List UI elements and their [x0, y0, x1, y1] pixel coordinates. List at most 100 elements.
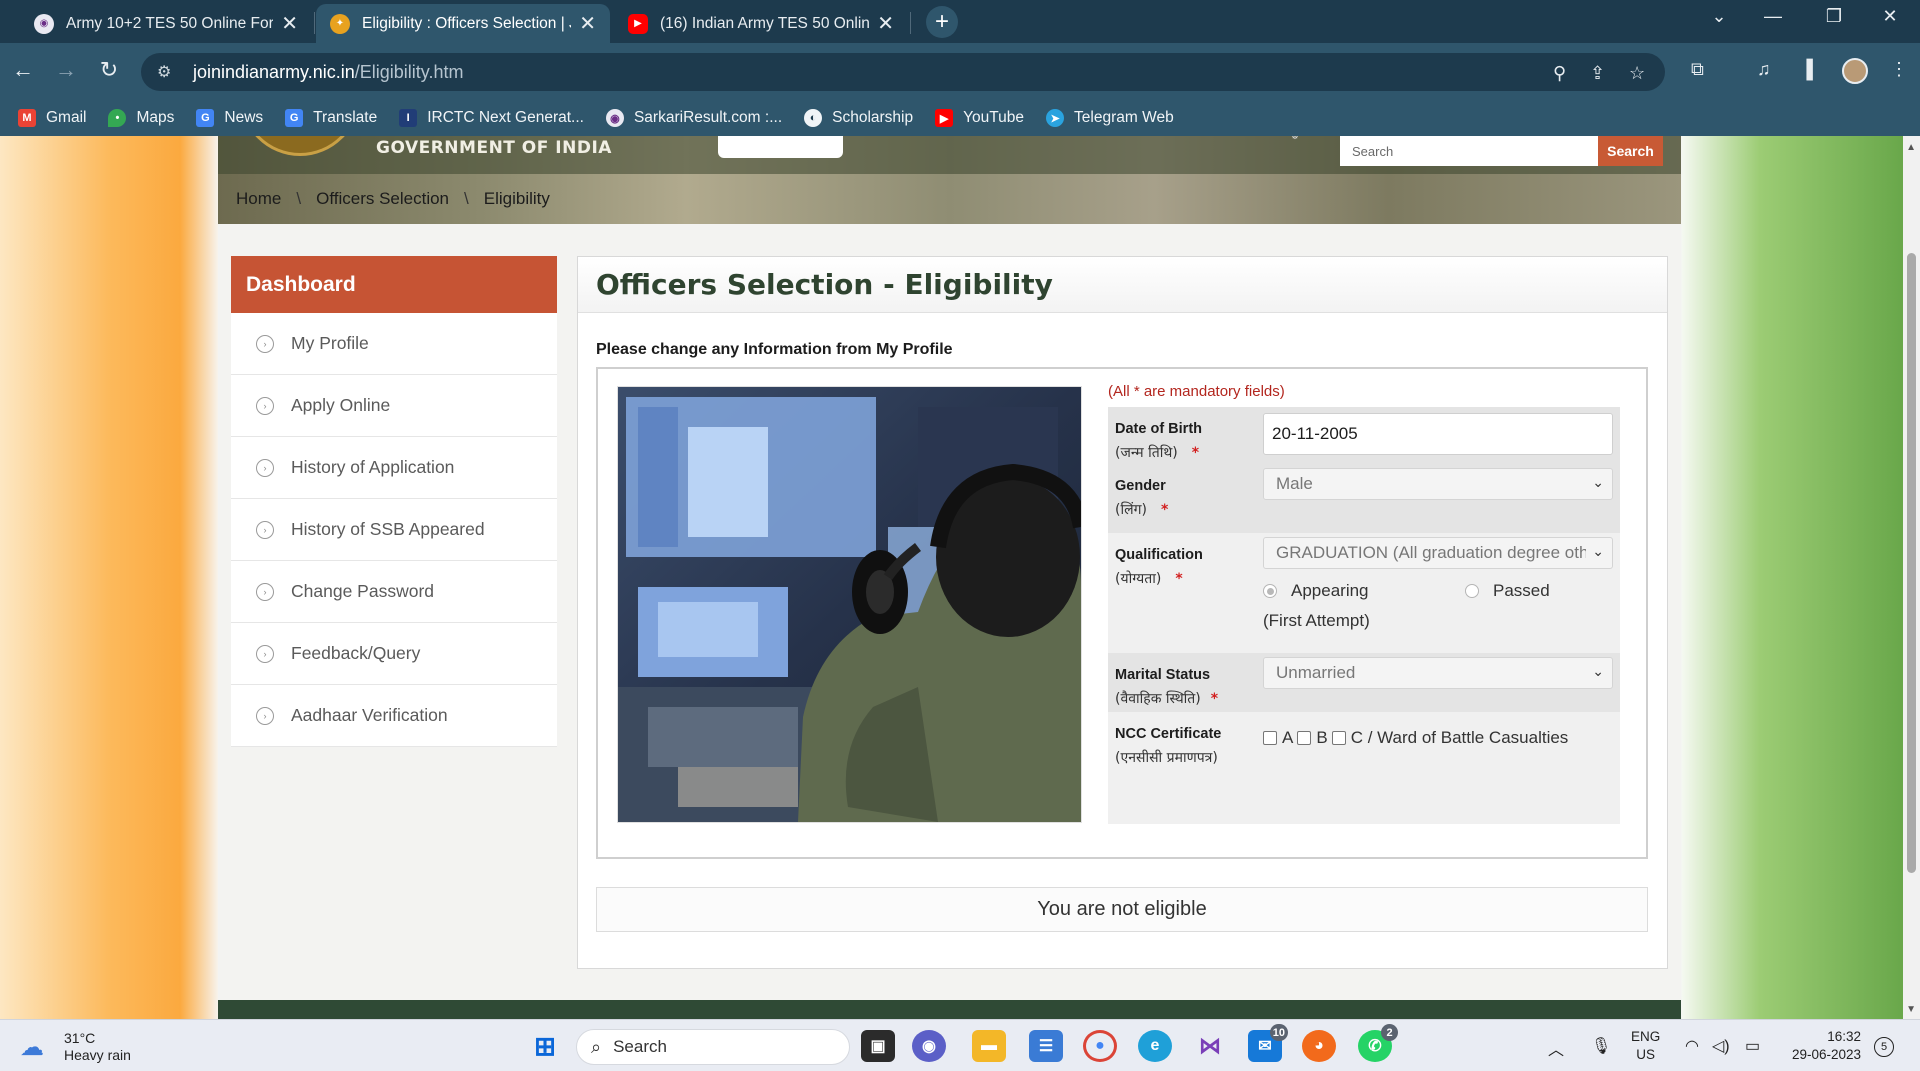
tab-separator [314, 12, 315, 34]
share-icon[interactable]: ⇪ [1590, 63, 1605, 84]
microphone-icon[interactable]: 🎙 [1591, 1036, 1611, 1056]
extensions-icon[interactable]: ⧉ [1691, 59, 1704, 80]
media-controls-icon[interactable]: ♫ [1757, 59, 1771, 80]
bookmark-star-icon[interactable]: ☆ [1629, 63, 1645, 84]
bookmark-sarkari[interactable]: ◉ SarkariResult.com :... [605, 109, 782, 127]
sidebar-item-apply-online[interactable]: › Apply Online [231, 375, 557, 437]
passed-radio[interactable]: Passed [1465, 581, 1550, 601]
location-pin-icon[interactable]: ⚲ [1553, 63, 1566, 84]
notepad-icon[interactable]: ☰ [1029, 1030, 1063, 1062]
page-scrollbar[interactable]: ▲ ▼ [1903, 136, 1920, 1019]
file-explorer-icon[interactable]: ▬ [972, 1030, 1006, 1062]
scroll-down-arrow-icon[interactable]: ▼ [1906, 1004, 1916, 1015]
qualification-label: Qualification [1115, 547, 1203, 563]
first-attempt-text: (First Attempt) [1263, 611, 1370, 630]
site-info-icon[interactable]: ⚙ [157, 62, 179, 82]
taskbar-search[interactable]: ⌕ Search [576, 1029, 850, 1065]
window-close-icon[interactable]: ✕ [1870, 6, 1910, 27]
sidebar-item-aadhaar[interactable]: › Aadhaar Verification [231, 685, 557, 747]
tab-title: (16) Indian Army TES 50 Online Form [660, 14, 870, 32]
sidebar-item-history-ssb[interactable]: › History of SSB Appeared [231, 499, 557, 561]
appearing-radio[interactable]: Appearing [1263, 581, 1369, 601]
profile-avatar[interactable] [1842, 58, 1868, 84]
radio-empty-icon [1465, 584, 1479, 598]
mail-icon[interactable]: ✉ 10 [1248, 1024, 1288, 1062]
chrome-icon[interactable]: ● [1083, 1030, 1117, 1062]
bookmark-news[interactable]: G News [196, 109, 263, 127]
breadcrumb-home[interactable]: Home [236, 189, 281, 209]
battery-icon[interactable]: ▭ [1745, 1036, 1760, 1056]
chevron-circle-icon: › [256, 396, 274, 415]
qualification-select[interactable]: GRADUATION (All graduation degree other … [1263, 537, 1613, 569]
tab-army-online-form[interactable]: ◉ Army 10+2 TES 50 Online Form ✕ [20, 4, 312, 43]
close-icon[interactable]: ✕ [877, 11, 894, 36]
sidebar-item-history-application[interactable]: › History of Application [231, 437, 557, 499]
tab-search-chevron-icon[interactable]: ⌄ [1699, 6, 1739, 27]
chevron-circle-icon: › [256, 644, 274, 663]
url-host: joinindianarmy.nic.in [193, 61, 355, 82]
address-bar[interactable]: ⚙ joinindianarmy.nic.in/Eligibility.htm [141, 53, 1665, 91]
volume-icon[interactable]: ◁) [1712, 1036, 1730, 1056]
dob-input[interactable]: 20-11-2005 [1263, 413, 1613, 455]
sidebar-item-my-profile[interactable]: › My Profile [231, 313, 557, 375]
sidebar-item-label: History of SSB Appeared [291, 519, 485, 539]
side-panel-icon[interactable]: ▐ [1800, 59, 1813, 80]
bookmark-irctc[interactable]: I IRCTC Next Generat... [399, 109, 584, 127]
ncc-a-checkbox[interactable] [1263, 731, 1277, 745]
language-indicator[interactable]: ENG US [1631, 1028, 1660, 1064]
bookmark-gmail[interactable]: M Gmail [18, 109, 86, 127]
ncc-b-checkbox[interactable] [1297, 731, 1312, 745]
whatsapp-icon[interactable]: ✆ 2 [1358, 1024, 1398, 1062]
sidebar-item-change-password[interactable]: › Change Password [231, 561, 557, 623]
wifi-icon[interactable]: ◠ [1685, 1036, 1699, 1056]
marital-select[interactable]: Unmarried ⌄ [1263, 657, 1613, 689]
close-icon[interactable]: ✕ [579, 11, 596, 36]
bookmark-label: Translate [313, 109, 378, 126]
back-arrow-icon[interactable]: ← [8, 57, 38, 83]
bookmark-maps[interactable]: • Maps [108, 109, 174, 127]
dob-label: Date of Birth [1115, 421, 1202, 437]
tab-youtube[interactable]: ▶ (16) Indian Army TES 50 Online Form ✕ [614, 4, 908, 43]
whatsapp-badge: 2 [1381, 1024, 1398, 1041]
weather-temp: 31°C [64, 1030, 96, 1046]
restore-icon[interactable]: ❐ [1814, 6, 1854, 27]
marital-row: Marital Status (वैवाहिक स्थिति) * Unmarri… [1108, 653, 1620, 712]
edge-icon[interactable]: e [1138, 1030, 1172, 1062]
bookmark-youtube[interactable]: ▶ YouTube [935, 109, 1024, 127]
bookmark-label: Gmail [46, 109, 87, 126]
scrollbar-thumb[interactable] [1907, 253, 1916, 873]
forward-arrow-icon[interactable]: → [51, 57, 81, 83]
windows-start-icon[interactable]: ⊞ [528, 1030, 562, 1062]
weather-widget[interactable]: ☁ 31°C Heavy rain [20, 1030, 131, 1064]
system-clock[interactable]: 16:32 29-06-2023 [1781, 1028, 1861, 1064]
visual-studio-icon[interactable]: ⋈ [1193, 1030, 1227, 1062]
header-search-button[interactable]: Search [1598, 136, 1663, 166]
header-search-input[interactable]: Search [1340, 136, 1598, 166]
menu-kebab-icon[interactable]: ⋮ [1890, 59, 1908, 80]
browser-toolbar: ← → ↻ ⚙ joinindianarmy.nic.in/Eligibilit… [0, 43, 1920, 100]
tab-eligibility[interactable]: ✦ Eligibility : Officers Selection | Joi… [316, 4, 610, 43]
gender-select[interactable]: Male ⌄ [1263, 468, 1613, 500]
task-view-icon[interactable]: ▣ [861, 1030, 895, 1062]
sidebar-item-feedback[interactable]: › Feedback/Query [231, 623, 557, 685]
ncc-c-checkbox[interactable] [1331, 731, 1346, 745]
breadcrumb-separator: \ [464, 189, 469, 208]
bookmark-scholarship[interactable]: ◐ Scholarship [804, 109, 913, 127]
ncc-a-label: A [1282, 728, 1294, 747]
breadcrumb-separator: \ [296, 189, 302, 208]
page-container: GOVERNMENT OF INDIA ☸ Search Search Home… [218, 136, 1681, 1019]
new-tab-button[interactable]: + [926, 6, 958, 38]
minimize-icon[interactable]: — [1753, 6, 1793, 27]
tray-chevron-up-icon[interactable]: ︿ [1548, 1036, 1564, 1060]
bookmark-telegram[interactable]: ➤ Telegram Web [1046, 109, 1174, 127]
close-icon[interactable]: ✕ [281, 11, 298, 36]
teams-chat-icon[interactable]: ◉ [912, 1030, 946, 1062]
notification-badge[interactable]: 5 [1874, 1037, 1894, 1057]
breadcrumb-officers-selection[interactable]: Officers Selection [316, 189, 449, 209]
reload-icon[interactable]: ↻ [94, 57, 124, 83]
scroll-up-arrow-icon[interactable]: ▲ [1906, 142, 1916, 153]
firefox-icon[interactable]: ◕ [1302, 1030, 1336, 1062]
dashboard-sidebar: Dashboard › My Profile › Apply Online › … [231, 256, 557, 747]
bookmark-translate[interactable]: G Translate [285, 109, 377, 127]
eligibility-form: (All * are mandatory fields) Date of Bir… [596, 367, 1648, 859]
